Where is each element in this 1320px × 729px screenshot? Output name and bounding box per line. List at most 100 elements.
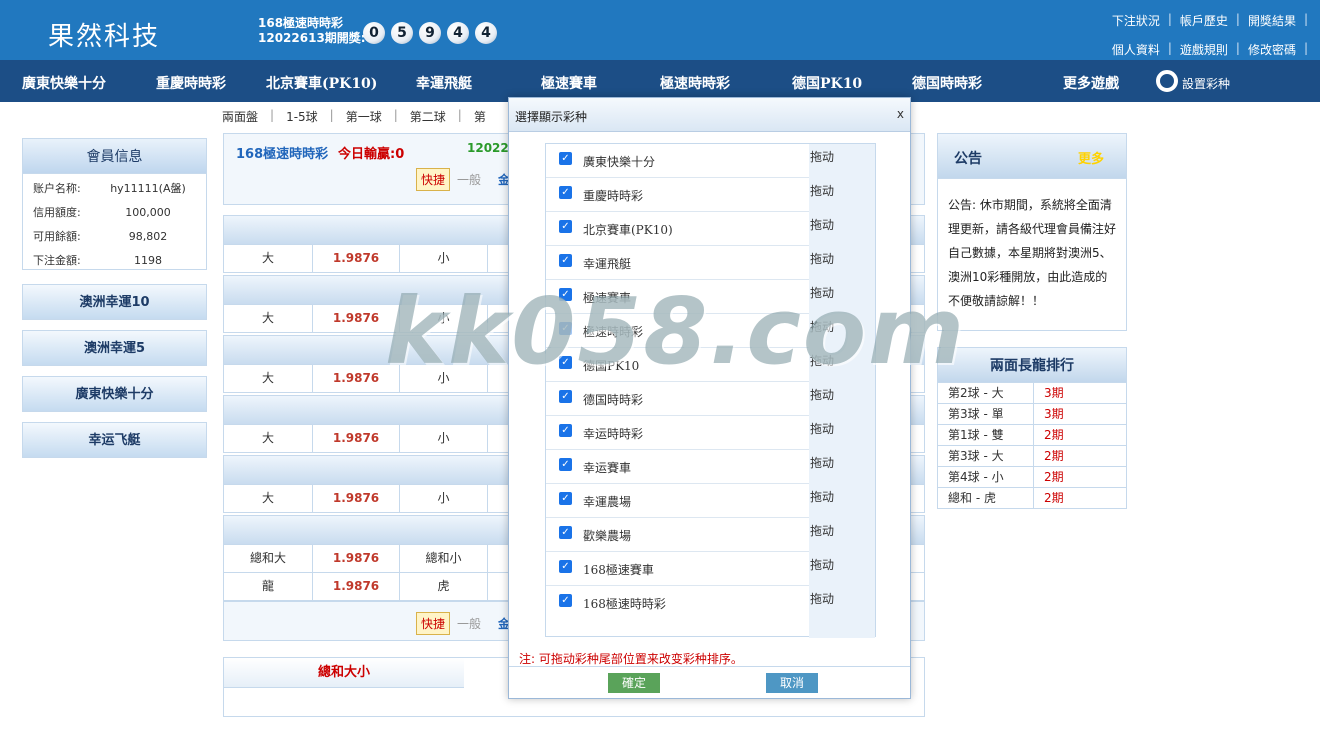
side-game-button[interactable]: 幸运飞艇 [22,422,207,458]
nav-item[interactable]: 廣東快樂十分 [22,73,106,93]
close-icon[interactable]: x [897,107,904,121]
ranking-row: 第1球 - 雙 2期 [937,425,1127,446]
drag-handle[interactable]: 拖动 [809,450,875,484]
logo: 果然科技 [48,22,161,52]
side-game-button[interactable]: 澳洲幸運10 [22,284,207,320]
today-winloss: 今日輸贏:0 [338,147,405,162]
subnav-tab[interactable]: 第一球 [346,108,382,125]
lottery-checklist: ✓ 廣東快樂十分 拖动 ✓ 重慶時時彩 拖动 ✓ 北京賽車(PK10) 拖动 ✓ 幸運飛艇 拖动… [545,143,876,638]
side-game-button[interactable]: 澳洲幸運5 [22,330,207,366]
drag-handle[interactable]: 拖动 [809,246,875,280]
drag-handle[interactable]: 拖动 [809,518,875,552]
list-item: ✓ 極速賽車 拖动 [546,280,875,314]
link-rules[interactable]: 遊戲規則 [1172,41,1236,58]
dialog-header: 選擇顯示彩种 x [509,98,910,132]
checkbox[interactable]: ✓ [559,254,572,267]
fast-mode-button[interactable]: 快捷 [416,612,451,635]
ranking-row: 總和 - 虎 2期 [937,488,1127,509]
result-ball: 4 [447,22,469,44]
cancel-button[interactable]: 取消 [766,673,818,693]
subnav-tab[interactable]: 兩面盤 [222,108,258,125]
drag-handle[interactable]: 拖动 [809,314,875,348]
confirm-button[interactable]: 確定 [608,673,660,693]
drag-handle[interactable]: 拖动 [809,382,875,416]
link-bet-status[interactable]: 下注狀況 [1104,12,1168,29]
list-item: ✓ 168極速賽車 拖动 [546,552,875,586]
drag-handle[interactable]: 拖动 [809,552,875,586]
list-item: ✓ 歡樂農場 拖动 [546,518,875,552]
dragon-ranking-title: 兩面長龍排行 [937,347,1127,383]
current-lottery: 168極速時時彩 12022613期開獎: [258,16,366,46]
sub-nav: 兩面盤 | 1-5球 | 第一球 | 第二球 | 第 [222,108,486,125]
nav-item[interactable]: 極速賽車 [541,73,597,93]
checkbox[interactable]: ✓ [559,356,572,369]
result-ball: 9 [419,22,441,44]
list-item: ✓ 重慶時時彩 拖动 [546,178,875,212]
link-profile[interactable]: 個人資料 [1104,41,1168,58]
dialog-footer: 確定 取消 [509,666,910,698]
subnav-tab[interactable]: 第 [474,108,486,125]
checkbox[interactable]: ✓ [559,526,572,539]
subnav-tab[interactable]: 1-5球 [286,108,318,125]
dialog-note: 注: 可拖动彩种尾部位置来改变彩种排序。 [519,652,743,666]
checkbox[interactable]: ✓ [559,186,572,199]
drag-handle[interactable]: 拖动 [809,144,875,178]
link-account-history[interactable]: 帳戶歷史 [1172,12,1236,29]
nav-item[interactable]: 極速時時彩 [660,73,730,93]
info-row: 可用餘額: 98,802 [33,230,168,243]
side-game-button[interactable]: 廣東快樂十分 [22,376,207,412]
ranking-row: 第3球 - 大 2期 [937,446,1127,467]
announcement-text: 公告: 休市期間，系統將全面清理更新，請各級代理會員備注好自己數據，本星期將對澳… [937,179,1127,331]
result-balls: 0 5 9 4 4 [363,22,497,44]
list-item: ✓ 幸運農場 拖动 [546,484,875,518]
drag-handle[interactable]: 拖动 [809,484,875,518]
nav-item[interactable]: 德国時時彩 [912,73,982,93]
announcement-more-link[interactable]: 更多 [1078,148,1104,167]
settings-label[interactable]: 設置彩种 [1182,75,1230,92]
drag-handle[interactable]: 拖动 [809,416,875,450]
announcement-title: 公告 [954,151,982,167]
checkbox[interactable]: ✓ [559,594,572,607]
checkbox[interactable]: ✓ [559,424,572,437]
nav-item[interactable]: 北京賽車(PK10) [266,73,377,93]
drag-handle[interactable]: 拖动 [809,348,875,382]
select-lottery-dialog: 選擇顯示彩种 x ✓ 廣東快樂十分 拖动 ✓ 重慶時時彩 拖动 ✓ 北京賽車(PK10) 拖… [508,97,911,699]
nav-item[interactable]: 德国PK10 [792,73,862,93]
normal-mode-button[interactable]: 一般 [457,171,481,188]
announcement-header: 公告 更多 [937,133,1127,179]
drag-handle[interactable]: 拖动 [809,586,875,638]
list-item: ✓ 德国PK10 拖动 [546,348,875,382]
main-nav: 廣東快樂十分 重慶時時彩 北京賽車(PK10) 幸運飛艇 極速賽車 極速時時彩 … [0,60,1320,102]
normal-mode-button[interactable]: 一般 [457,615,481,632]
lottery-title: 168極速時時彩 [236,147,329,162]
list-item: ✓ 幸运賽車 拖动 [546,450,875,484]
ranking-row: 第2球 - 大 3期 [937,383,1127,404]
drag-handle[interactable]: 拖动 [809,212,875,246]
checkbox[interactable]: ✓ [559,288,572,301]
drag-handle[interactable]: 拖动 [809,280,875,314]
info-row: 账户名称: hy11111(A盤) [33,182,186,195]
nav-item[interactable]: 幸運飛艇 [416,73,472,93]
checkbox[interactable]: ✓ [559,560,572,573]
right-panel: 公告 更多 公告: 休市期間，系統將全面清理更新，請各級代理會員備注好自己數據，… [937,133,1127,509]
link-results[interactable]: 開獎結果 [1240,12,1304,29]
nav-item-more-games[interactable]: 更多遊戲 [1063,73,1119,93]
sum-size-title[interactable]: 總和大小 [224,658,464,688]
fast-mode-button[interactable]: 快捷 [416,168,451,191]
link-change-password[interactable]: 修改密碼 [1240,41,1304,58]
nav-item[interactable]: 重慶時時彩 [156,73,226,93]
ranking-row: 第4球 - 小 2期 [937,467,1127,488]
gear-icon[interactable] [1156,70,1178,92]
list-item: ✓ 廣東快樂十分 拖动 [546,144,875,178]
member-title: 會員信息 [22,138,207,174]
dialog-title: 選擇顯示彩种 [515,110,588,124]
checkbox[interactable]: ✓ [559,390,572,403]
checkbox[interactable]: ✓ [559,152,572,165]
checkbox[interactable]: ✓ [559,322,572,335]
subnav-tab[interactable]: 第二球 [410,108,446,125]
checkbox[interactable]: ✓ [559,458,572,471]
drag-handle[interactable]: 拖动 [809,178,875,212]
list-item: ✓ 幸運飛艇 拖动 [546,246,875,280]
checkbox[interactable]: ✓ [559,220,572,233]
checkbox[interactable]: ✓ [559,492,572,505]
